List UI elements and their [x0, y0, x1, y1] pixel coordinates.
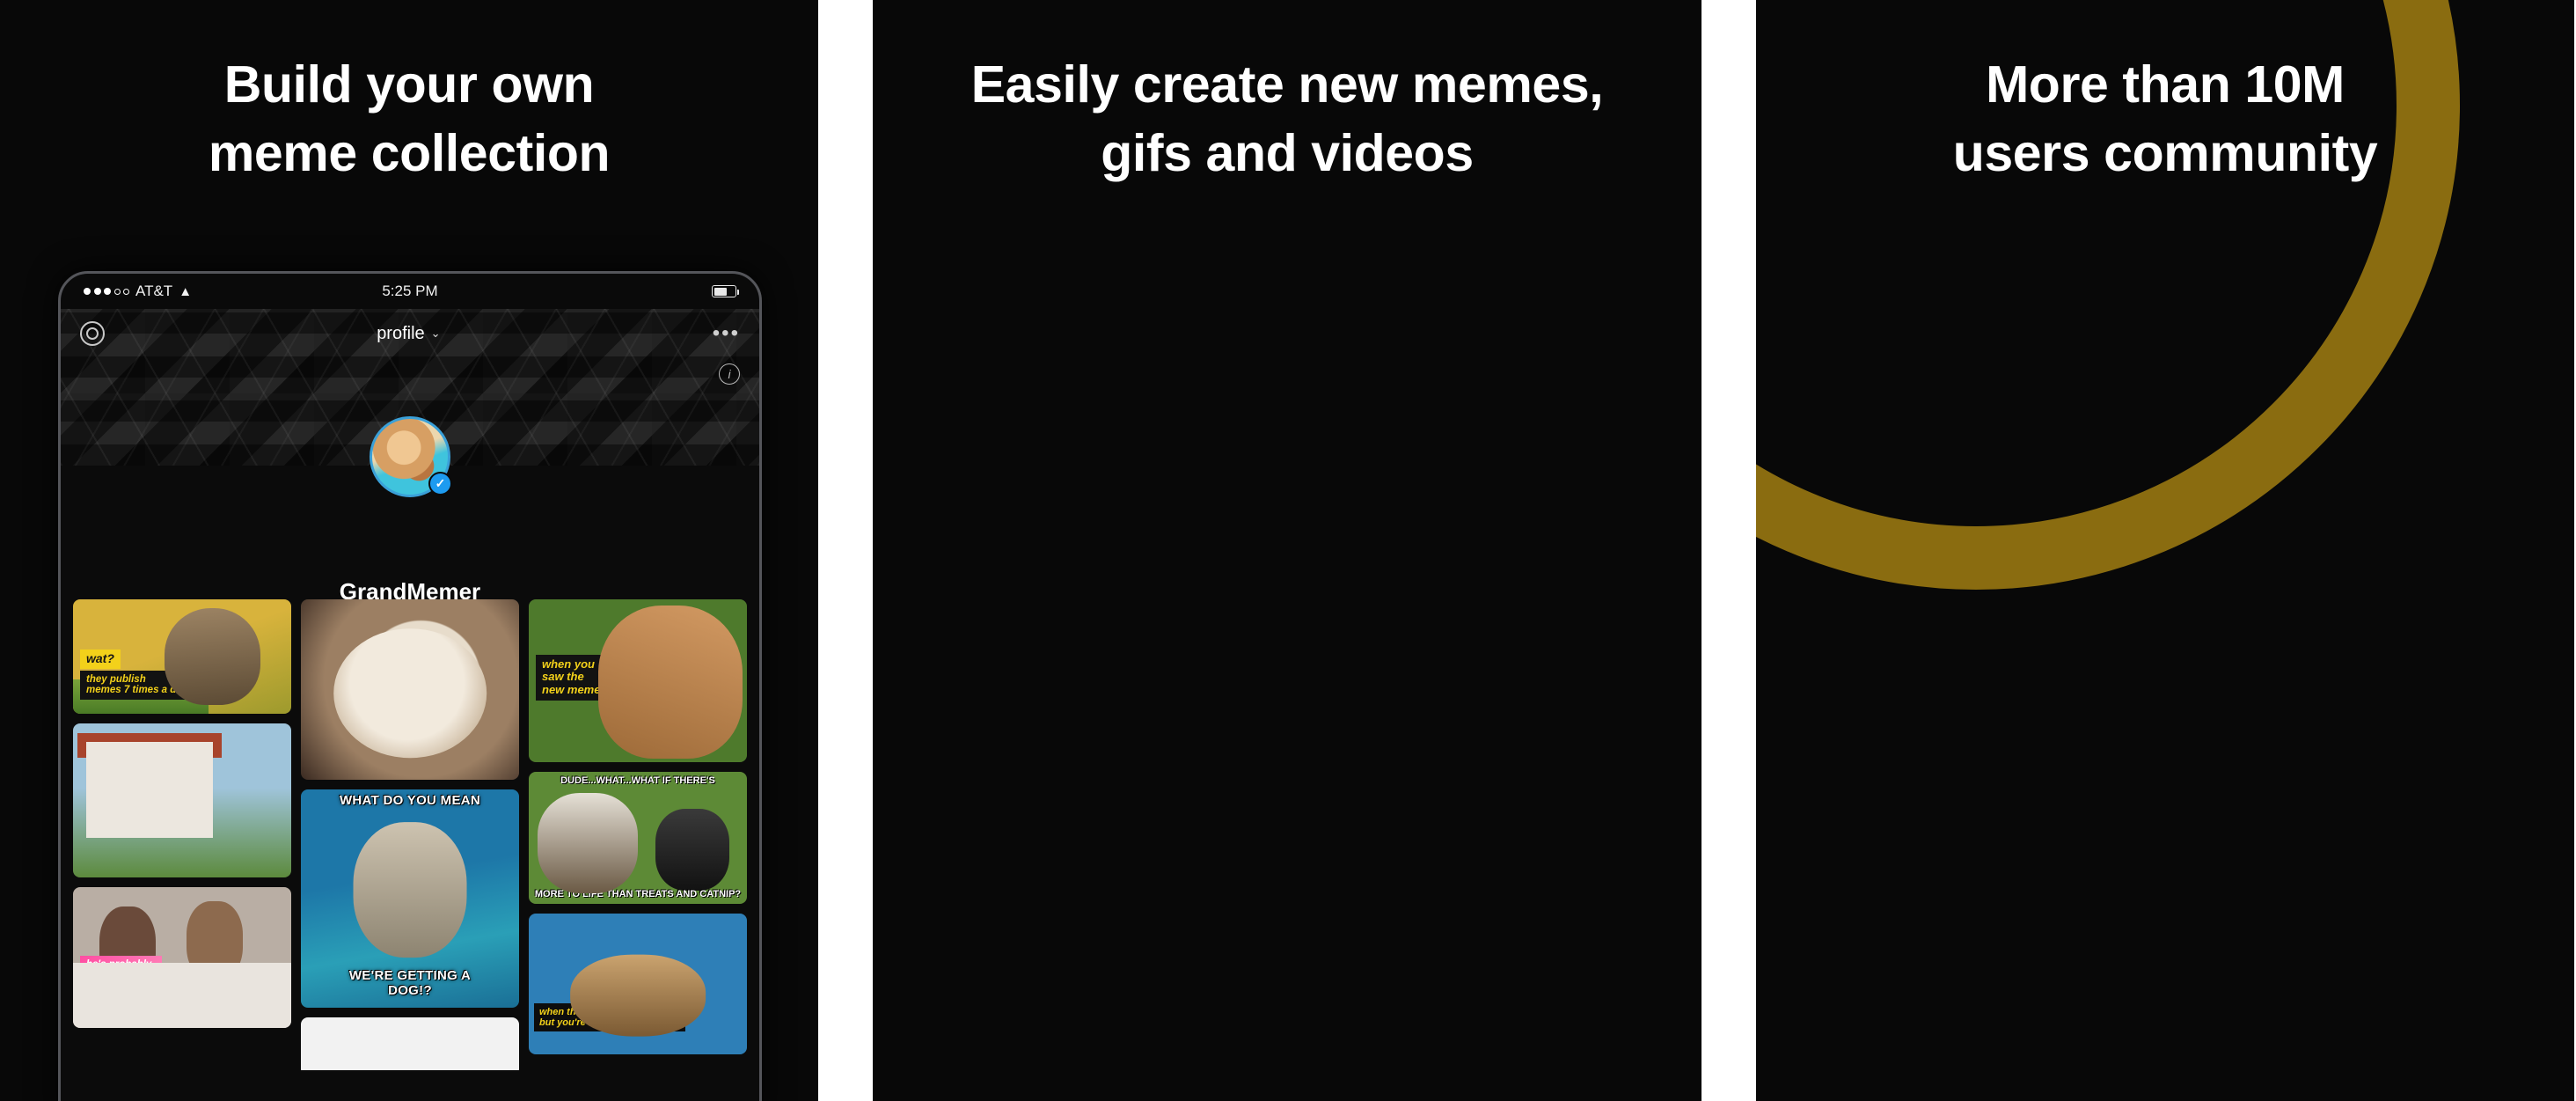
wifi-icon: ▲: [179, 283, 193, 299]
meme-tile-placeholder[interactable]: [301, 1017, 519, 1070]
meme-column-2: WHAT DO YOU MEAN WE'RE GETTING A DOG!?: [301, 599, 519, 1070]
avatar[interactable]: ✓: [370, 416, 452, 497]
profile-screen: profile ⌄ ••• i ✓ GrandMemer 5,702 subsc…: [61, 309, 759, 1101]
panel-2-headline: Easily create new memes, gifs and videos: [970, 55, 1604, 182]
meme-tile[interactable]: when they call you a good boy but you're…: [529, 914, 747, 1054]
panel-3-headline: More than 10M users community: [1952, 55, 2378, 182]
meme-caption-top: wat?: [80, 650, 121, 669]
panel-divider: [818, 0, 873, 1101]
meme-column-3: when you saw the new memes DUDE...WHAT..…: [529, 599, 747, 1070]
meme-grid: wat? they publish memes 7 times a day he…: [61, 599, 759, 1101]
panel-create-memes: Easily create new memes, gifs and videos…: [873, 0, 1701, 1101]
meme-caption-bottom: when you saw the new memes: [536, 654, 613, 701]
meme-tile[interactable]: [301, 599, 519, 780]
status-bar-1: AT&T ▲ 5:25 PM: [61, 274, 759, 309]
meme-tile[interactable]: DUDE...WHAT...WHAT IF THERE'S MORE TO LI…: [529, 772, 747, 904]
meme-caption-bottom: MORE TO LIFE THAN TREATS AND CATNIP?: [534, 888, 742, 899]
panel-1-headline: Build your own meme collection: [208, 55, 611, 182]
more-options-icon[interactable]: •••: [713, 323, 740, 344]
profile-title-label: profile: [377, 323, 425, 343]
profile-topbar: profile ⌄ •••: [61, 309, 759, 358]
meme-caption-bottom: he's probably thinking about another app: [80, 956, 163, 997]
meme-caption-bottom: when they call you a good boy but you're…: [534, 1002, 685, 1032]
panel-users-community: More than 10M users community AT&T ▲ 5:2…: [1756, 0, 2574, 1101]
meme-caption-bottom: they publish memes 7 times a day: [80, 670, 194, 701]
smiley-sticker-icon: [237, 966, 276, 1006]
chevron-down-icon: ⌄: [430, 327, 441, 340]
meme-tile[interactable]: he's probably thinking about another app: [73, 887, 291, 1028]
meme-caption-top: WHAT DO YOU MEAN: [339, 793, 481, 808]
gear-icon[interactable]: [80, 321, 105, 346]
meme-tile[interactable]: wat? they publish memes 7 times a day: [73, 599, 291, 714]
status-signal: AT&T ▲: [84, 283, 192, 300]
page-title[interactable]: profile ⌄: [377, 324, 440, 344]
signal-dots-icon: [84, 288, 129, 295]
panel-build-collection: Build your own meme collection AT&T ▲ 5:…: [0, 0, 818, 1101]
meme-tile[interactable]: [73, 723, 291, 877]
meme-tile[interactable]: WHAT DO YOU MEAN WE'RE GETTING A DOG!?: [301, 789, 519, 1008]
meme-tile[interactable]: when you saw the new memes: [529, 599, 747, 762]
meme-column-1: wat? they publish memes 7 times a day he…: [73, 599, 291, 1070]
meme-caption-top: DUDE...WHAT...WHAT IF THERE'S: [560, 775, 715, 786]
panel-divider: [1701, 0, 1756, 1101]
meme-caption-bottom: WE'RE GETTING A DOG!?: [348, 968, 472, 999]
info-icon[interactable]: i: [719, 363, 740, 385]
verified-badge-icon: ✓: [428, 472, 452, 495]
battery-icon: [712, 285, 739, 297]
carrier-label: AT&T: [135, 283, 173, 299]
device-frame-1: AT&T ▲ 5:25 PM profile ⌄ ••• i ✓ GrandMe…: [58, 271, 762, 1101]
